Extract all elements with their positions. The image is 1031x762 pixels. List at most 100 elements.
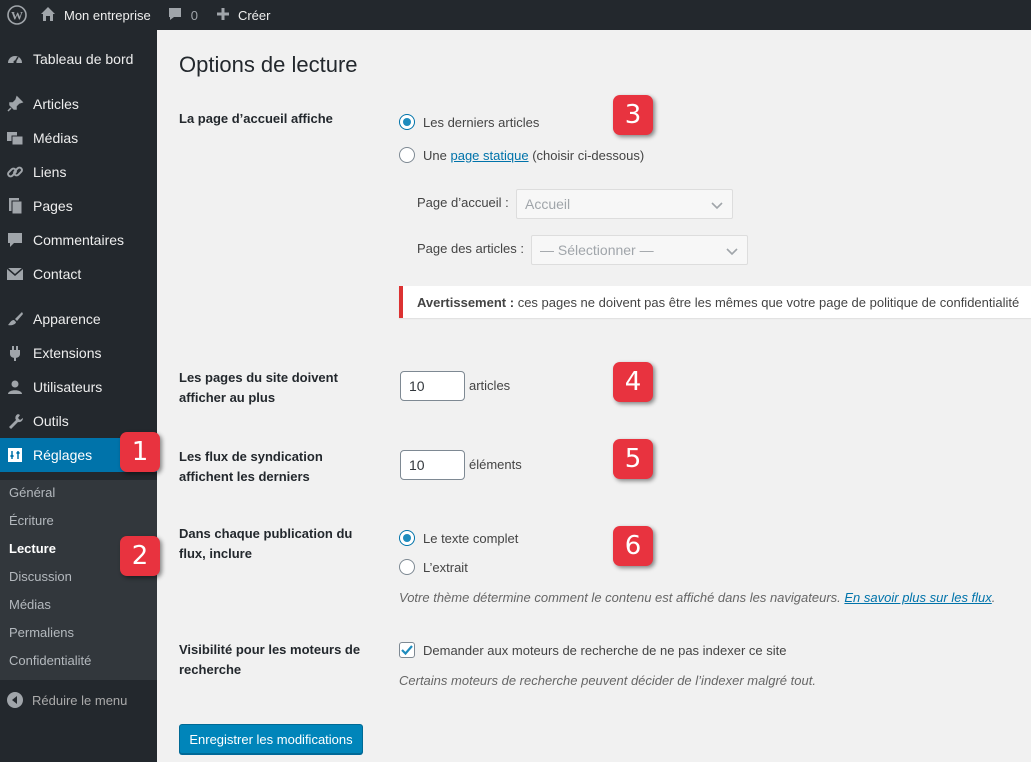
- noindex-checkbox[interactable]: [399, 642, 415, 658]
- feed-description: Votre thème détermine comment le contenu…: [399, 590, 995, 605]
- sidebar-item-label: Utilisateurs: [33, 379, 103, 395]
- homepage-select-value: Accueil: [525, 196, 571, 212]
- annotation-marker-5: 5: [613, 439, 653, 479]
- radio-button-checked[interactable]: [399, 114, 415, 130]
- sidebar-item-apparence[interactable]: Apparence: [0, 302, 157, 336]
- sidebar-item-extensions[interactable]: Extensions: [0, 336, 157, 370]
- submenu-item-permaliens[interactable]: Permaliens: [9, 623, 74, 643]
- dashboard-icon: [5, 49, 25, 69]
- annotation-marker-2: 2: [120, 536, 160, 576]
- feed-content-label-line1: Dans chaque publication du: [179, 526, 353, 541]
- comment-icon: [5, 230, 25, 250]
- sidebar-item-label: Médias: [33, 130, 79, 146]
- pin-icon: [5, 94, 25, 114]
- sidebar-item-label: Extensions: [33, 345, 102, 361]
- front-page-label: La page d’accueil affiche: [179, 111, 333, 126]
- sidebar-item-label: Commentaires: [33, 232, 125, 248]
- posts-per-page-label-line2: afficher au plus: [179, 390, 276, 405]
- posts-per-page-label: Les pages du site doivent afficher au pl…: [179, 368, 338, 408]
- sidebar-item-label: Liens: [33, 164, 67, 180]
- radio-label: L’extrait: [423, 559, 468, 575]
- posts-page-select-label: Page des articles :: [417, 241, 524, 256]
- wrench-icon: [5, 411, 25, 431]
- sidebar-item-label: Pages: [33, 198, 73, 214]
- feed-description-text: Votre thème détermine comment le contenu…: [399, 590, 841, 605]
- sidebar-item-label: Tableau de bord: [33, 51, 134, 67]
- new-content-label: Créer: [237, 7, 271, 23]
- search-visibility-label: Visibilité pour les moteurs de recherche: [179, 640, 360, 680]
- submenu-item-ecriture[interactable]: Écriture: [9, 511, 54, 531]
- sidebar-item-label: Contact: [33, 266, 82, 282]
- sidebar-item-label: Outils: [33, 413, 69, 429]
- radio-full-text[interactable]: Le texte complet: [399, 530, 518, 546]
- noindex-checkbox-label: Demander aux moteurs de recherche de ne …: [423, 642, 787, 658]
- feed-items-label-line2: affichent les derniers: [179, 469, 310, 484]
- checkmark-icon: [401, 645, 413, 656]
- settings-icon: [5, 445, 25, 465]
- plus-icon: [216, 7, 230, 24]
- mail-icon: [5, 264, 25, 284]
- sidebar-item-pages[interactable]: Pages: [0, 189, 157, 223]
- feed-items-suffix: éléments: [469, 457, 522, 472]
- posts-page-select-value: — Sélectionner —: [540, 242, 654, 258]
- posts-page-select[interactable]: — Sélectionner —: [531, 235, 748, 265]
- radio-excerpt[interactable]: L’extrait: [399, 559, 468, 575]
- posts-per-page-suffix: articles: [469, 378, 511, 393]
- sidebar-item-dashboard[interactable]: Tableau de bord: [0, 42, 157, 76]
- sidebar-item-label: Apparence: [33, 311, 101, 327]
- posts-per-page-input[interactable]: 10: [400, 371, 465, 401]
- submenu-item-discussion[interactable]: Discussion: [9, 567, 72, 587]
- radio-label-prefix: Une: [423, 147, 447, 163]
- site-name-link[interactable]: Mon entreprise: [40, 0, 151, 30]
- comments-count: 0: [190, 7, 198, 23]
- annotation-marker-3: 3: [613, 95, 653, 135]
- submenu-item-general[interactable]: Général: [9, 483, 55, 503]
- feed-items-input[interactable]: 10: [400, 450, 465, 480]
- radio-static-page[interactable]: Une page statique (choisir ci-dessous): [399, 147, 644, 163]
- radio-label: Le texte complet: [423, 530, 519, 546]
- sidebar-item-liens[interactable]: Liens: [0, 155, 157, 189]
- sidebar-item-commentaires[interactable]: Commentaires: [0, 223, 157, 257]
- media-icon: [5, 128, 25, 148]
- search-visibility-description: Certains moteurs de recherche peuvent dé…: [399, 673, 816, 688]
- homepage-select[interactable]: Accueil: [516, 189, 733, 219]
- sidebar-item-utilisateurs[interactable]: Utilisateurs: [0, 370, 157, 404]
- feed-content-label-line2: flux, inclure: [179, 546, 252, 561]
- admin-bar: W Mon entreprise 0 Créer: [0, 0, 1031, 30]
- search-visibility-label-line1: Visibilité pour les moteurs de: [179, 642, 361, 657]
- feed-description-end: .: [991, 590, 996, 605]
- radio-button[interactable]: [399, 559, 415, 575]
- submenu-item-medias[interactable]: Médias: [9, 595, 51, 615]
- save-changes-button[interactable]: Enregistrer les modifications: [179, 724, 363, 754]
- wordpress-logo-icon[interactable]: W: [2, 0, 32, 30]
- user-icon: [5, 377, 25, 397]
- settings-submenu: Général Écriture Lecture Discussion Médi…: [0, 480, 157, 680]
- chevron-down-icon: [726, 244, 738, 260]
- comments-link[interactable]: 0: [167, 0, 198, 30]
- homepage-select-label: Page d’accueil :: [417, 195, 509, 210]
- admin-sidebar: Tableau de bord Articles Médias Liens Pa…: [0, 30, 157, 762]
- radio-button-checked[interactable]: [399, 530, 415, 546]
- link-icon: [5, 162, 25, 182]
- privacy-warning-notice: Avertissement : ces pages ne doivent pas…: [399, 286, 1031, 318]
- submenu-item-confidentialite[interactable]: Confidentialité: [9, 651, 91, 671]
- sidebar-item-articles[interactable]: Articles: [0, 87, 157, 121]
- plugin-icon: [5, 343, 25, 363]
- svg-text:W: W: [11, 9, 23, 23]
- collapse-label: Réduire le menu: [32, 692, 128, 708]
- annotation-marker-4: 4: [613, 362, 653, 402]
- feed-learn-more-link[interactable]: En savoir plus sur les flux: [844, 590, 991, 605]
- submenu-item-lecture[interactable]: Lecture: [9, 539, 56, 559]
- new-content-link[interactable]: Créer: [216, 0, 271, 30]
- sidebar-item-label: Réglages: [33, 447, 93, 463]
- static-page-link[interactable]: page statique: [450, 148, 528, 163]
- radio-button[interactable]: [399, 147, 415, 163]
- feed-content-label: Dans chaque publication du flux, inclure: [179, 524, 352, 564]
- radio-latest-posts[interactable]: Les derniers articles: [399, 114, 539, 130]
- warning-title: Avertissement :: [417, 294, 515, 310]
- sidebar-item-contact[interactable]: Contact: [0, 257, 157, 291]
- noindex-checkbox-row[interactable]: Demander aux moteurs de recherche de ne …: [399, 642, 786, 658]
- collapse-menu-button[interactable]: Réduire le menu: [0, 690, 127, 710]
- feed-items-label-line1: Les flux de syndication: [179, 449, 323, 464]
- sidebar-item-medias[interactable]: Médias: [0, 121, 157, 155]
